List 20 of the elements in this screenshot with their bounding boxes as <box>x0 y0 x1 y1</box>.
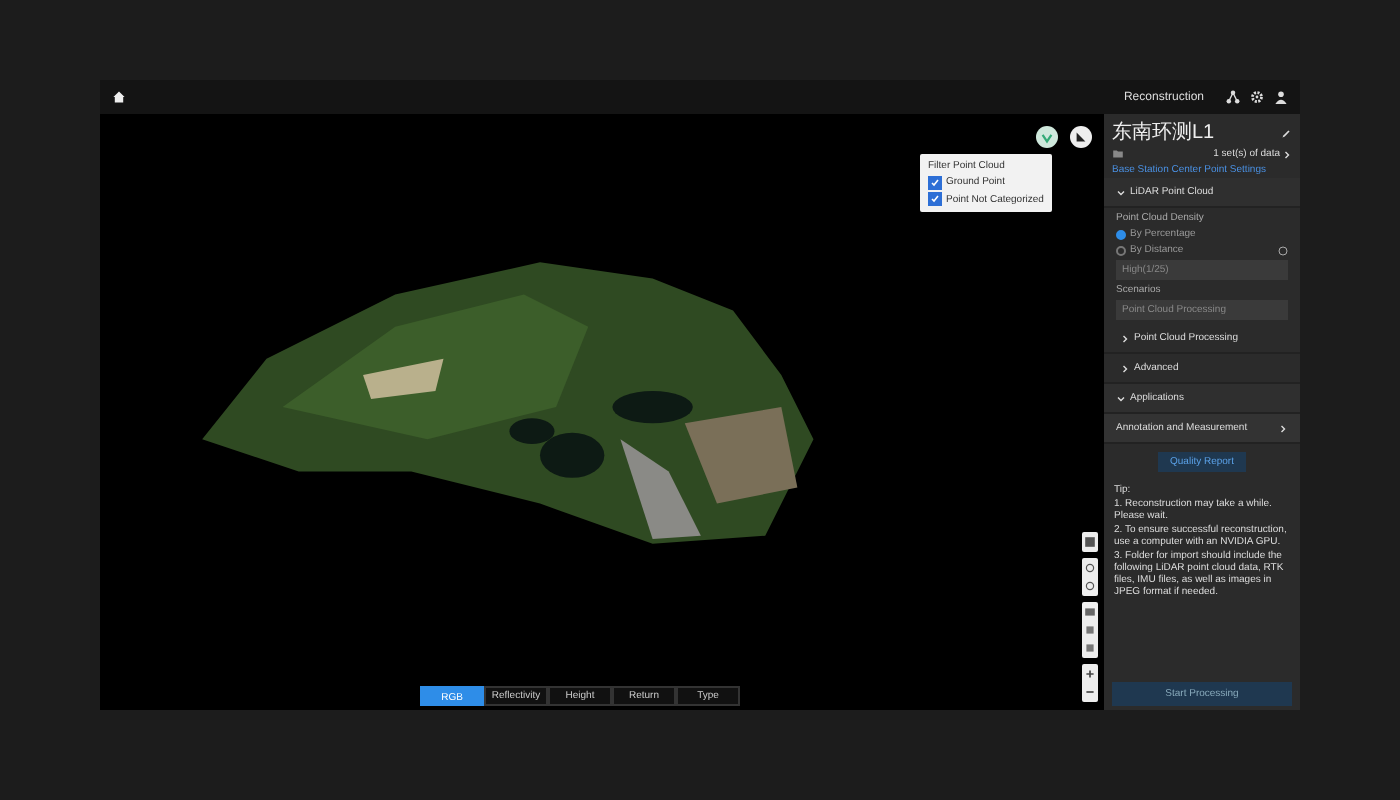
checkbox[interactable] <box>928 175 942 189</box>
home-icon[interactable] <box>112 90 126 104</box>
chevron-down-icon <box>1116 393 1126 403</box>
zoom-in-icon[interactable] <box>1084 668 1096 680</box>
chevron-right-icon <box>1278 423 1288 433</box>
network-icon[interactable] <box>1226 90 1240 104</box>
project-title: 东南环测L1 <box>1112 122 1215 144</box>
user-icon[interactable] <box>1274 90 1288 104</box>
chevron-right-icon <box>1282 149 1292 159</box>
chevron-right-icon <box>1120 333 1130 343</box>
settings-icon[interactable] <box>1250 90 1264 104</box>
pencil-icon[interactable] <box>1280 127 1292 139</box>
folder-icon <box>1112 148 1124 160</box>
chevron-right-icon <box>1120 363 1130 373</box>
radio-button[interactable] <box>1116 229 1126 239</box>
chevron-down-icon <box>1116 187 1126 197</box>
info-icon[interactable] <box>1278 245 1288 255</box>
checkbox[interactable] <box>928 192 942 206</box>
radio-button[interactable] <box>1116 245 1126 255</box>
zoom-out-icon[interactable] <box>1084 686 1096 698</box>
